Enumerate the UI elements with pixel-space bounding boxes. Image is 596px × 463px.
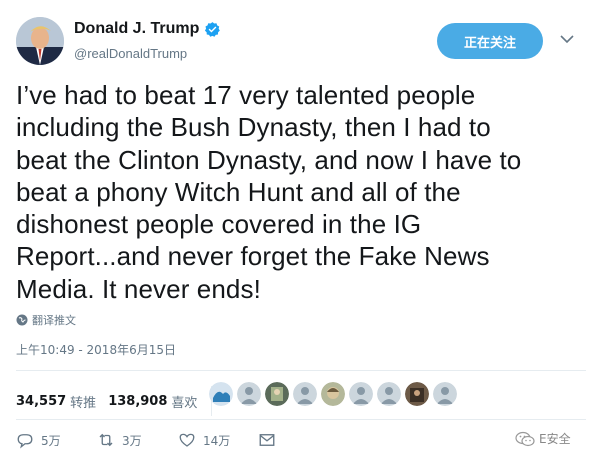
chevron-down-icon[interactable]: [560, 34, 574, 44]
retweet-button[interactable]: 3万: [97, 431, 142, 449]
liker-avatars: [209, 382, 461, 406]
liker-avatar[interactable]: [293, 382, 317, 406]
liker-avatar[interactable]: [405, 382, 429, 406]
retweet-count[interactable]: 34,557: [16, 394, 66, 409]
divider: [16, 370, 586, 371]
liker-avatar[interactable]: [349, 382, 373, 406]
liker-avatar[interactable]: [321, 382, 345, 406]
following-button[interactable]: 正在关注: [437, 23, 543, 59]
tweet-card: Donald J. Trump @realDonaldTrump 正在关注 I’…: [0, 0, 596, 463]
watermark-text: E安全: [539, 432, 571, 446]
reply-count: 5万: [41, 433, 61, 448]
retweet-icon: [99, 433, 113, 447]
like-button[interactable]: 14万: [178, 431, 230, 449]
translate-tweet-link[interactable]: 翻译推文: [16, 312, 76, 328]
tweet-stats: 34,557 转推 138,908 喜欢: [16, 386, 222, 416]
liker-avatar[interactable]: [209, 382, 233, 406]
wechat-icon: [515, 431, 535, 446]
reply-icon: [17, 434, 33, 449]
verified-badge-icon: [205, 21, 221, 37]
globe-icon: [16, 314, 28, 326]
envelope-icon: [259, 434, 275, 446]
like-action-count: 14万: [203, 433, 231, 448]
direct-message-button[interactable]: [258, 431, 283, 449]
retweet-action-count: 3万: [122, 433, 142, 448]
watermark: E安全: [515, 430, 571, 447]
liker-avatar[interactable]: [237, 382, 261, 406]
tweet-text: I’ve had to beat 17 very talented people…: [16, 80, 522, 304]
tweet-actions: 5万 3万 14万: [16, 431, 586, 453]
author-avatar[interactable]: [16, 17, 64, 65]
tweet-timestamp[interactable]: 上午10:49 - 2018年6月15日: [16, 341, 176, 358]
author-name[interactable]: Donald J. Trump: [74, 20, 199, 38]
liker-avatar[interactable]: [433, 382, 457, 406]
retweet-label[interactable]: 转推: [70, 392, 96, 411]
liker-avatar[interactable]: [265, 382, 289, 406]
heart-icon: [179, 433, 195, 447]
liker-avatar[interactable]: [377, 382, 401, 406]
divider: [16, 419, 586, 420]
like-count[interactable]: 138,908: [108, 394, 167, 409]
author-handle[interactable]: @realDonaldTrump: [74, 46, 187, 61]
translate-label: 翻译推文: [32, 314, 76, 327]
reply-button[interactable]: 5万: [16, 431, 61, 449]
like-label[interactable]: 喜欢: [171, 392, 197, 411]
